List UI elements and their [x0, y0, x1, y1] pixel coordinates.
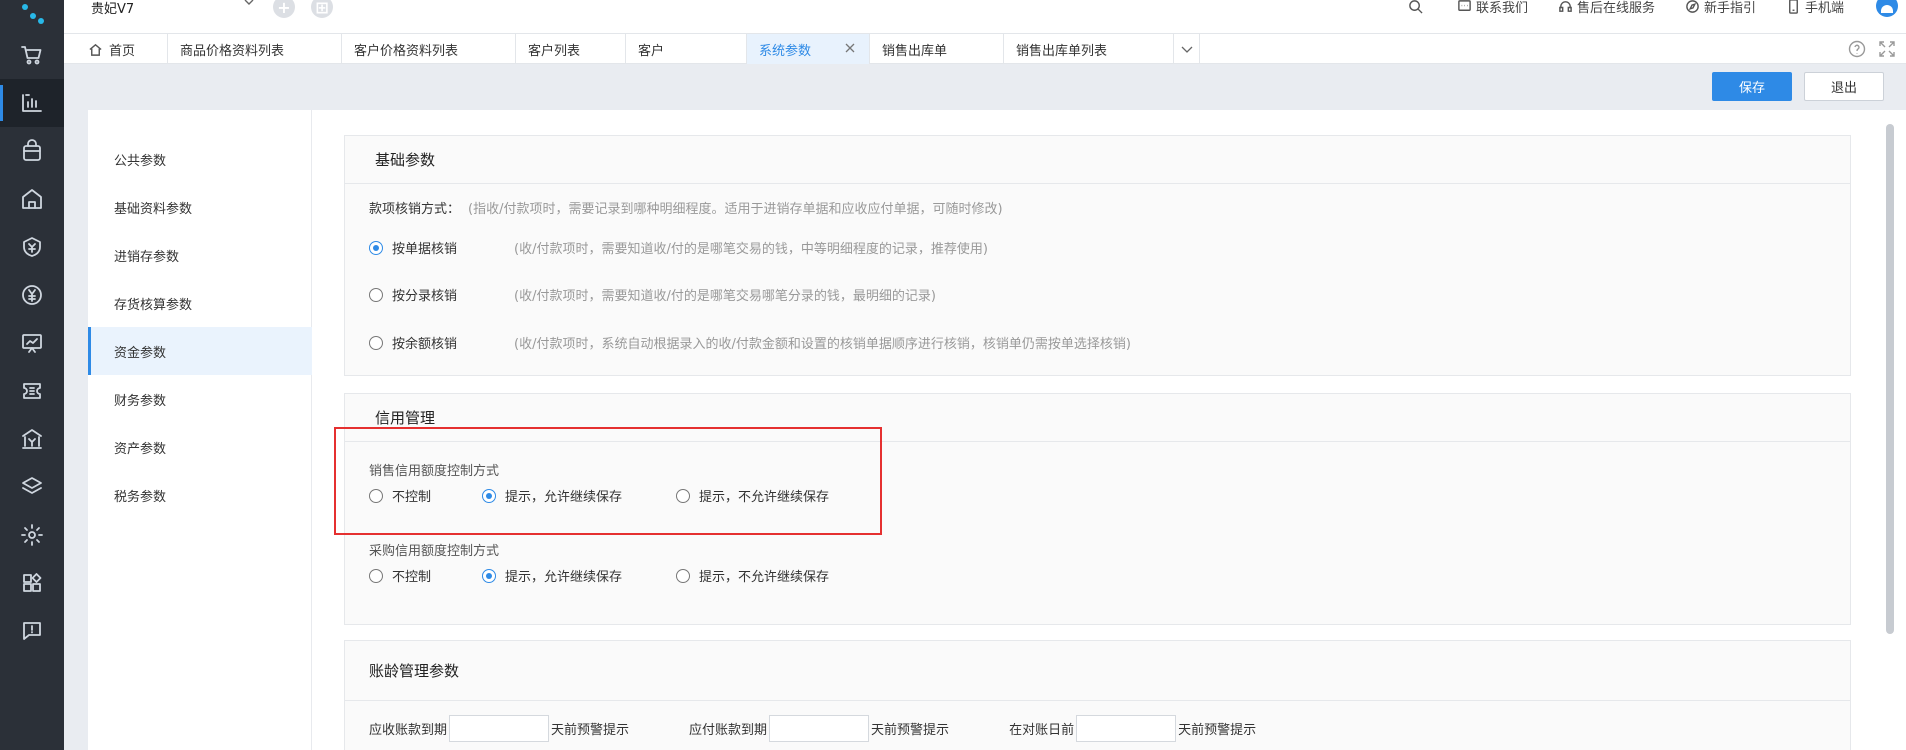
home-icon — [89, 43, 102, 56]
chart-board-icon[interactable] — [0, 319, 64, 367]
reconcile-days-input[interactable] — [1076, 715, 1177, 742]
top-bar: 贵妃V7 + ⊞ 联系我们 售后在线服务 新手指引 手机端 — [64, 0, 1906, 33]
scrollbar[interactable] — [1886, 124, 1894, 634]
sidenav-item-assets[interactable]: 资产参数 — [88, 423, 312, 471]
search-button[interactable] — [1408, 0, 1427, 14]
guide-link[interactable]: 新手指引 — [1685, 0, 1756, 16]
account-name[interactable]: 贵妃V7 — [91, 0, 134, 17]
report-icon[interactable] — [0, 79, 64, 127]
cart-icon[interactable] — [0, 31, 64, 79]
section-title: 账龄管理参数 — [345, 641, 1850, 701]
sidenav-item-finance[interactable]: 财务参数 — [88, 375, 312, 423]
basic-params-section: 基础参数 款项核销方式： (指收/付款项时，需要记录到哪种明细程度。适用于进销存… — [344, 135, 1851, 376]
aging-section: 账龄管理参数 应收账款到期 天前预警提示 应付账款到期 天前预警提示 在对账日前… — [344, 640, 1851, 750]
gear-icon[interactable] — [0, 511, 64, 559]
grid-icon[interactable]: ⊞ — [311, 0, 333, 18]
bank-icon[interactable] — [0, 415, 64, 463]
feedback-icon[interactable] — [0, 607, 64, 655]
method-option-by-document[interactable]: 按单据核销 (收/付款项时，需要知道收/付的是哪笔交易的钱，中等明细程度的记录，… — [369, 238, 988, 257]
method-hint: (指收/付款项时，需要记录到哪种明细程度。适用于进销存单据和应收应付单据，可随时… — [468, 202, 1003, 217]
tab-home[interactable]: 首页 — [76, 34, 168, 64]
sidenav-item-funds[interactable]: 资金参数 — [88, 327, 312, 375]
apps-icon[interactable] — [0, 559, 64, 607]
exit-button[interactable]: 退出 — [1804, 72, 1884, 101]
radio-by-balance[interactable] — [369, 335, 383, 350]
sidenav-item-public[interactable]: 公共参数 — [88, 135, 312, 183]
method-label: 款项核销方式： — [369, 202, 461, 217]
online-service-link[interactable]: 售后在线服务 — [1558, 0, 1655, 16]
chat-icon — [1458, 0, 1471, 11]
method-option-by-entry[interactable]: 按分录核销 (收/付款项时，需要知道收/付的是哪笔交易哪笔分录的钱，最明细的记录… — [369, 285, 936, 304]
fullscreen-icon[interactable] — [1878, 40, 1896, 58]
chevron-down-icon[interactable] — [242, 0, 256, 10]
finance-icon[interactable] — [0, 223, 64, 271]
bag-icon[interactable] — [0, 127, 64, 175]
radio-by-document[interactable] — [369, 240, 383, 255]
purchase-credit-options: 不控制 提示，允许继续保存 提示，不允许继续保存 — [369, 566, 829, 585]
radio-by-entry[interactable] — [369, 287, 383, 302]
sidenav-item-stock-accounting[interactable]: 存货核算参数 — [88, 279, 312, 327]
store-icon[interactable] — [0, 175, 64, 223]
sidenav-item-basic-data[interactable]: 基础资料参数 — [88, 183, 312, 231]
help-icon[interactable] — [1848, 40, 1866, 58]
method-option-by-balance[interactable]: 按余额核销 (收/付款项时，系统自动根据录入的收/付款金额和设置的核销单据顺序进… — [369, 333, 1131, 352]
tab-sales-outbound-list[interactable]: 销售出库单列表 — [1004, 34, 1174, 64]
radio[interactable] — [676, 568, 690, 583]
tab-customer[interactable]: 客户 — [626, 34, 747, 64]
search-icon — [1409, 0, 1423, 14]
radio[interactable] — [369, 568, 383, 583]
phone-icon — [1789, 0, 1798, 14]
tab-customer-list[interactable]: 客户列表 — [516, 34, 626, 64]
aging-fields: 应收账款到期 天前预警提示 应付账款到期 天前预警提示 在对账日前 天前预警提示 — [369, 715, 1256, 742]
method-row: 款项核销方式： (指收/付款项时，需要记录到哪种明细程度。适用于进销存单据和应收… — [369, 198, 1003, 217]
top-actions: 联系我们 售后在线服务 新手指引 手机端 — [1378, 0, 1906, 17]
save-button[interactable]: 保存 — [1712, 72, 1792, 101]
purchase-option-warn-block[interactable]: 提示，不允许继续保存 — [676, 566, 829, 585]
contact-us-link[interactable]: 联系我们 — [1457, 0, 1528, 16]
highlight-box — [334, 427, 882, 535]
layers-icon[interactable] — [0, 463, 64, 511]
tab-strip: 首页 商品价格资料列表 客户价格资料列表 客户列表 客户 系统参数 销售出库单 … — [64, 33, 1906, 64]
tab-customer-price-list[interactable]: 客户价格资料列表 — [342, 34, 516, 64]
radio[interactable] — [482, 568, 496, 583]
logo-icon[interactable] — [22, 4, 44, 26]
chevron-down-icon — [1181, 46, 1192, 53]
purchase-option-warn-allow[interactable]: 提示，允许继续保存 — [482, 566, 676, 585]
close-icon[interactable] — [843, 41, 857, 55]
payable-days-input[interactable] — [769, 715, 870, 742]
headset-icon — [1559, 0, 1572, 12]
compass-icon — [1686, 0, 1699, 13]
tab-sales-outbound[interactable]: 销售出库单 — [870, 34, 1004, 64]
sidenav-item-tax[interactable]: 税务参数 — [88, 471, 312, 519]
sidenav-item-inventory[interactable]: 进销存参数 — [88, 231, 312, 279]
section-title: 基础参数 — [345, 136, 1850, 184]
tab-more-button[interactable] — [1174, 34, 1200, 64]
tab-system-params[interactable]: 系统参数 — [747, 34, 870, 64]
settings-sidenav: 公共参数 基础资料参数 进销存参数 存货核算参数 资金参数 财务参数 资产参数 … — [88, 110, 312, 750]
ticket-icon[interactable] — [0, 367, 64, 415]
purchase-option-no-control[interactable]: 不控制 — [369, 566, 482, 585]
yuan-icon[interactable] — [0, 271, 64, 319]
receivable-days-input[interactable] — [449, 715, 550, 742]
mobile-link[interactable]: 手机端 — [1786, 0, 1844, 16]
tab-product-price-list[interactable]: 商品价格资料列表 — [168, 34, 342, 64]
purchase-credit-label: 采购信用额度控制方式 — [369, 544, 500, 559]
avatar[interactable] — [1876, 0, 1898, 17]
left-rail — [0, 0, 64, 750]
add-icon[interactable]: + — [273, 0, 295, 18]
tab-tools — [1836, 40, 1896, 58]
